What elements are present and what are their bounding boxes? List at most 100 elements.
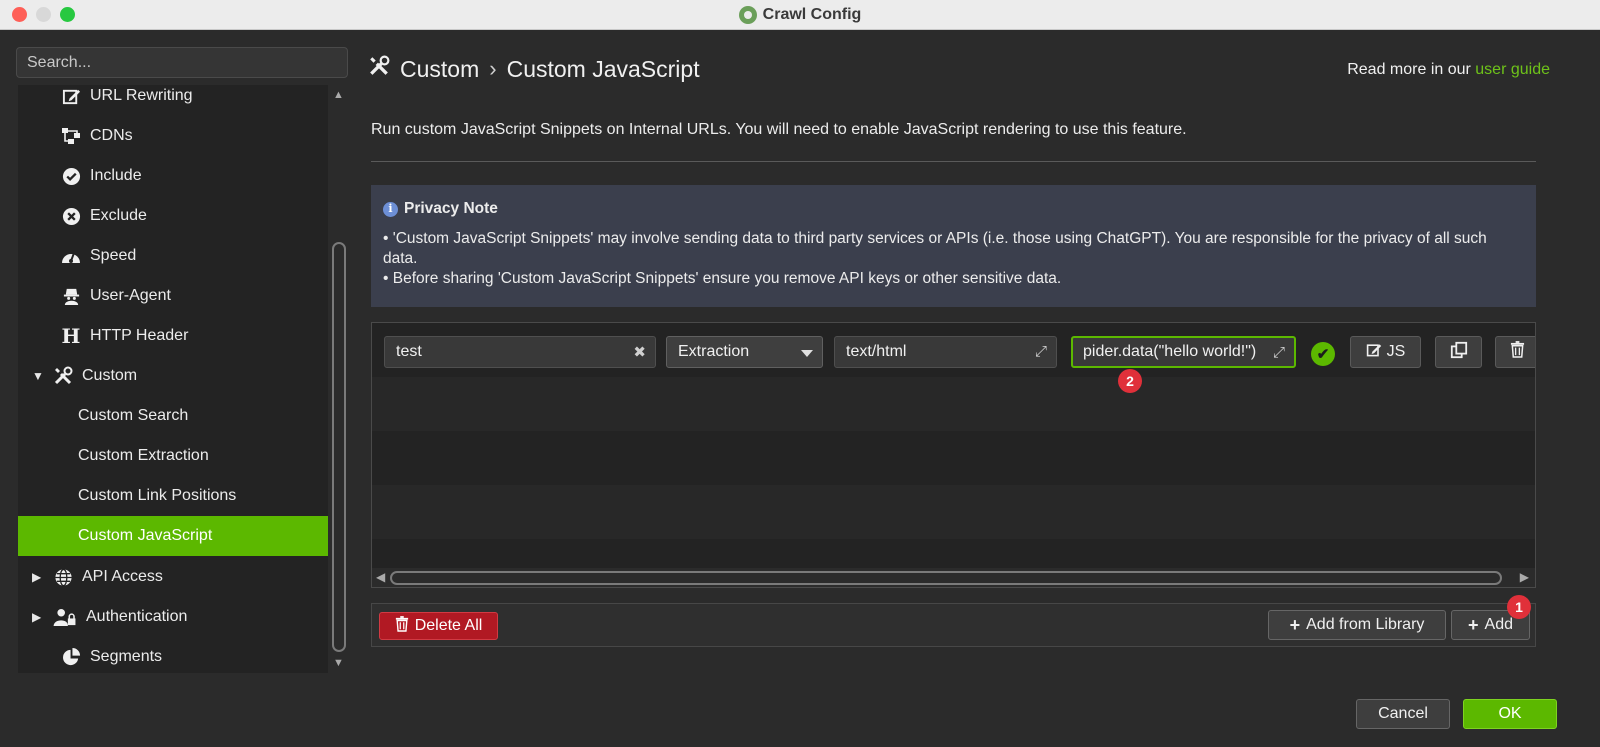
sidebar-item-label: User-Agent	[90, 287, 171, 304]
title-bar: Crawl Config	[0, 0, 1600, 30]
snippet-type-select[interactable]: Extraction	[666, 336, 823, 368]
page-description: Run custom JavaScript Snippets on Intern…	[371, 121, 1187, 138]
javascript-field[interactable]: pider.data("hello world!") ⤢	[1071, 336, 1296, 368]
table-row	[372, 485, 1535, 539]
collapse-arrow-icon[interactable]: ▶	[32, 610, 44, 624]
privacy-note-title-text: Privacy Note	[404, 200, 498, 217]
scroll-left-icon[interactable]: ◀	[376, 570, 385, 584]
sidebar-item-label: Exclude	[90, 207, 147, 224]
gauge-icon	[60, 245, 82, 267]
snippets-table: test ✖ Extraction text/html ⤢ pider.data…	[371, 322, 1536, 588]
sidebar-item-label: Authentication	[86, 608, 188, 625]
sidebar-item-speed[interactable]: Speed	[18, 236, 328, 276]
snippet-name-value: test	[396, 343, 422, 360]
add-from-library-label: Add from Library	[1306, 616, 1425, 633]
ok-button[interactable]: OK	[1463, 699, 1557, 729]
sidebar-item-label: URL Rewriting	[90, 87, 193, 104]
collapse-arrow-icon[interactable]: ▶	[32, 570, 44, 584]
edit-js-label: JS	[1386, 343, 1406, 360]
scrollbar-thumb[interactable]	[390, 571, 1502, 585]
spy-icon	[60, 285, 82, 307]
sidebar-item-http-header[interactable]: H HTTP Header	[18, 316, 328, 356]
trash-icon	[1510, 341, 1525, 363]
annotation-badge-1: 1	[1507, 595, 1531, 619]
sidebar-item-custom-extraction[interactable]: Custom Extraction	[18, 436, 328, 476]
expand-arrow-icon[interactable]: ▼	[32, 369, 44, 383]
sidebar-item-url-rewriting[interactable]: URL Rewriting	[18, 85, 328, 116]
clear-icon[interactable]: ✖	[633, 343, 646, 361]
sidebar-item-label: Speed	[90, 247, 137, 264]
scrollbar-thumb[interactable]	[332, 242, 346, 652]
h-icon: H	[61, 324, 81, 348]
add-label: Add	[1484, 616, 1513, 633]
sidebar-item-exclude[interactable]: Exclude	[18, 196, 328, 236]
user-guide-link[interactable]: user guide	[1475, 61, 1550, 78]
sidebar-item-user-agent[interactable]: User-Agent	[18, 276, 328, 316]
plus-icon: +	[1468, 614, 1479, 635]
sidebar-item-cdns[interactable]: CDNs	[18, 116, 328, 156]
sidebar-item-authentication[interactable]: ▶ Authentication	[18, 597, 328, 637]
annotation-badge-2: 2	[1118, 369, 1142, 393]
sidebar-item-label: Custom Extraction	[78, 447, 209, 464]
privacy-note: i Privacy Note • 'Custom JavaScript Snip…	[371, 185, 1536, 307]
sidebar-item-custom-search[interactable]: Custom Search	[18, 396, 328, 436]
window-controls	[12, 7, 75, 22]
sidebar-scrollbar[interactable]: ▲ ▼	[329, 85, 349, 673]
copy-icon	[1450, 341, 1468, 364]
privacy-note-line-2: • Before sharing 'Custom JavaScript Snip…	[383, 270, 1062, 287]
user-lock-icon	[52, 606, 78, 628]
check-circle-icon	[60, 165, 82, 187]
spider-logo-icon	[738, 5, 757, 24]
duplicate-button[interactable]	[1435, 336, 1482, 368]
x-circle-icon	[60, 205, 82, 227]
globe-icon	[52, 566, 74, 588]
sidebar-item-segments[interactable]: Segments	[18, 637, 328, 673]
expand-icon[interactable]: ⤢	[1270, 344, 1285, 361]
expand-icon[interactable]: ⤢	[1035, 343, 1047, 360]
zoom-window-button[interactable]	[60, 7, 75, 22]
scroll-down-icon[interactable]: ▼	[333, 657, 344, 669]
trash-icon	[395, 615, 409, 637]
read-more-text: Read more in our user guide	[1347, 61, 1550, 79]
javascript-value: pider.data("hello world!")	[1083, 343, 1257, 360]
delete-all-label: Delete All	[414, 617, 483, 634]
scroll-up-icon[interactable]: ▲	[333, 89, 344, 101]
breadcrumb-parent[interactable]: Custom	[400, 56, 479, 83]
plus-icon: +	[1289, 614, 1301, 635]
edit-icon	[60, 85, 82, 107]
sidebar-item-api-access[interactable]: ▶ API Access	[18, 557, 328, 597]
sidebar-item-custom[interactable]: ▼ Custom	[18, 356, 328, 396]
sidebar-item-custom-javascript[interactable]: Custom JavaScript	[18, 516, 328, 556]
table-actions-bar: Delete All + Add from Library + Add	[371, 603, 1536, 647]
edit-js-button[interactable]: JS	[1350, 336, 1421, 368]
sidebar-item-include[interactable]: Include	[18, 156, 328, 196]
delete-row-button[interactable]	[1495, 336, 1535, 368]
table-horizontal-scrollbar[interactable]: ◀ ▶	[372, 568, 1535, 587]
scroll-right-icon[interactable]: ▶	[1520, 570, 1529, 584]
table-row	[372, 539, 1535, 568]
delete-all-button[interactable]: Delete All	[379, 612, 498, 640]
crawl-config-window: Crawl Config URL Rewriting CDNs	[0, 0, 1600, 747]
snippet-name-field[interactable]: test ✖	[384, 336, 656, 368]
breadcrumb-separator: ›	[489, 56, 497, 81]
table-row	[372, 377, 1535, 431]
tools-icon	[368, 55, 390, 83]
table-row: test ✖ Extraction text/html ⤢ pider.data…	[372, 323, 1535, 377]
sidebar-item-custom-link-positions[interactable]: Custom Link Positions	[18, 476, 328, 516]
sidebar-item-label: Include	[90, 167, 142, 184]
chevron-down-icon	[801, 345, 813, 362]
search-input[interactable]	[16, 47, 348, 78]
breadcrumb: Custom › Custom JavaScript	[368, 55, 700, 83]
info-icon: i	[383, 201, 398, 217]
privacy-note-line-1: • 'Custom JavaScript Snippets' may invol…	[383, 230, 1487, 267]
sidebar-item-label: Custom JavaScript	[78, 527, 213, 544]
content-type-field[interactable]: text/html ⤢	[834, 336, 1057, 368]
close-window-button[interactable]	[12, 7, 27, 22]
read-more-prefix: Read more in our	[1347, 61, 1476, 78]
sidebar-item-label: Custom Search	[78, 407, 189, 424]
privacy-note-title: i Privacy Note	[383, 199, 1524, 219]
minimize-window-button[interactable]	[36, 7, 51, 22]
add-from-library-button[interactable]: + Add from Library	[1268, 610, 1446, 640]
snippet-type-value: Extraction	[678, 343, 750, 360]
cancel-button[interactable]: Cancel	[1356, 699, 1450, 729]
